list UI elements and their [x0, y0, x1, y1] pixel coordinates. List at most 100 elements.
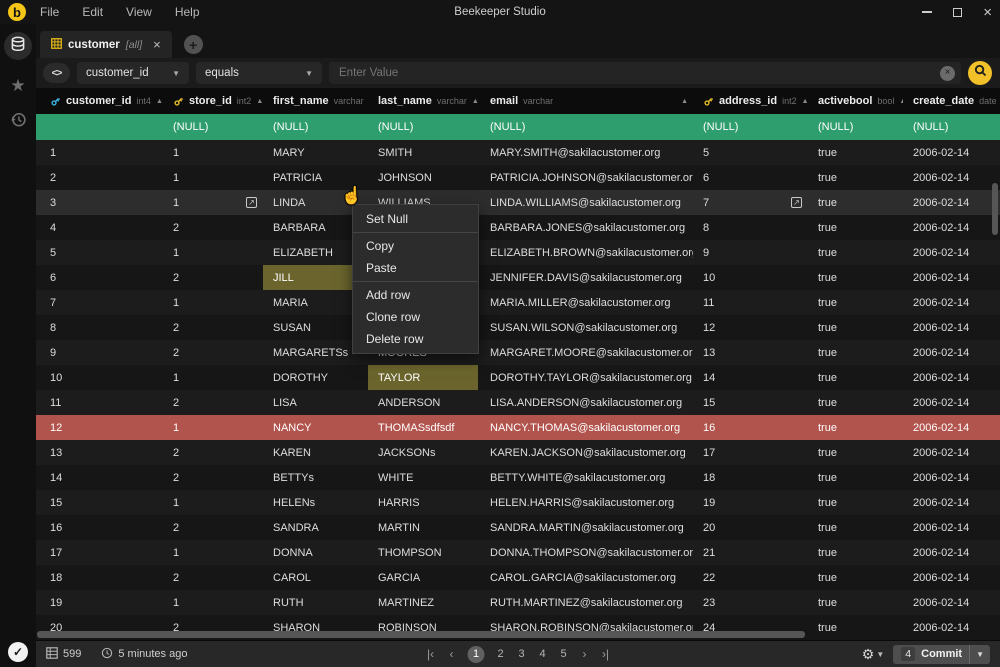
table-row-13[interactable]: 132KARENJACKSONsKAREN.JACKSON@sakilacust…: [36, 440, 1000, 465]
cell[interactable]: 2006-02-14: [903, 165, 1000, 190]
cell[interactable]: 2006-02-14: [903, 565, 1000, 590]
cell[interactable]: DONNA: [263, 540, 368, 565]
cell[interactable]: BARBARA.JONES@sakilacustomer.org: [478, 215, 693, 240]
cell[interactable]: 10: [693, 265, 808, 290]
cell[interactable]: 1: [163, 540, 263, 565]
cell[interactable]: 2006-02-14: [903, 290, 1000, 315]
cell[interactable]: 2: [163, 565, 263, 590]
cell[interactable]: 1: [163, 490, 263, 515]
tab-close-icon[interactable]: ×: [153, 38, 161, 51]
cell[interactable]: true: [808, 315, 903, 340]
close-button[interactable]: ×: [983, 5, 992, 20]
last-page-button[interactable]: ›|: [601, 647, 611, 661]
cell[interactable]: BETTY.WHITE@sakilacustomer.org: [478, 465, 693, 490]
cell[interactable]: SUSAN.WILSON@sakilacustomer.org: [478, 315, 693, 340]
cell[interactable]: JENNIFER.DAVIS@sakilacustomer.org: [478, 265, 693, 290]
cell[interactable]: 5: [693, 140, 808, 165]
cell[interactable]: 2006-02-14: [903, 190, 1000, 215]
cell[interactable]: LINDA.WILLIAMS@sakilacustomer.org: [478, 190, 693, 215]
insert-cell[interactable]: [36, 114, 163, 140]
cell[interactable]: 8: [36, 315, 163, 340]
cell[interactable]: RUTH: [263, 590, 368, 615]
cell[interactable]: DOROTHY.TAYLOR@sakilacustomer.org: [478, 365, 693, 390]
cell[interactable]: MARIA.MILLER@sakilacustomer.org: [478, 290, 693, 315]
page-button-3[interactable]: 3: [517, 648, 527, 660]
cell[interactable]: true: [808, 265, 903, 290]
cell[interactable]: 2006-02-14: [903, 540, 1000, 565]
cell[interactable]: true: [808, 140, 903, 165]
cell[interactable]: 13: [36, 440, 163, 465]
cell[interactable]: 1: [163, 590, 263, 615]
cell[interactable]: 8: [693, 215, 808, 240]
cell[interactable]: true: [808, 540, 903, 565]
table-row-1[interactable]: 11MARYSMITHMARY.SMITH@sakilacustomer.org…: [36, 140, 1000, 165]
column-header-create_date[interactable]: create_datedate▲: [903, 88, 1000, 114]
filter-operator-select[interactable]: equals ▼: [196, 62, 322, 84]
sidebar-item-favorites[interactable]: ★: [10, 77, 25, 94]
menu-help[interactable]: Help: [175, 5, 200, 19]
table-row-16[interactable]: 162SANDRAMARTINSANDRA.MARTIN@sakilacusto…: [36, 515, 1000, 540]
table-row-4[interactable]: 42BARBARAJONESBARBARA.JONES@sakilacustom…: [36, 215, 1000, 240]
cell[interactable]: true: [808, 240, 903, 265]
page-button-4[interactable]: 4: [538, 648, 548, 660]
cell[interactable]: true: [808, 365, 903, 390]
filter-column-select[interactable]: customer_id ▼: [77, 62, 189, 84]
sql-mode-toggle[interactable]: <>: [43, 63, 70, 83]
cell[interactable]: MARY.SMITH@sakilacustomer.org: [478, 140, 693, 165]
cell[interactable]: true: [808, 615, 903, 640]
table-row-6[interactable]: 62JILLDAVISJENNIFER.DAVIS@sakilacustomer…: [36, 265, 1000, 290]
cell[interactable]: 19: [36, 590, 163, 615]
table-row-9[interactable]: 92MARGARETSsMOORESMARGARET.MOORE@sakilac…: [36, 340, 1000, 365]
cell[interactable]: 4: [36, 215, 163, 240]
table-row-5[interactable]: 51ELIZABETHBROWNELIZABETH.BROWN@sakilacu…: [36, 240, 1000, 265]
commit-button[interactable]: 4 Commit ▼: [893, 645, 990, 664]
cell[interactable]: 2006-02-14: [903, 265, 1000, 290]
page-button-2[interactable]: 2: [496, 648, 506, 660]
table-row-2[interactable]: 21PATRICIAJOHNSONPATRICIA.JOHNSON@sakila…: [36, 165, 1000, 190]
cell[interactable]: GARCIA: [368, 565, 478, 590]
cell[interactable]: 2006-02-14: [903, 340, 1000, 365]
cell[interactable]: 2006-02-14: [903, 440, 1000, 465]
cell[interactable]: true: [808, 165, 903, 190]
cell[interactable]: 2006-02-14: [903, 215, 1000, 240]
commit-dropdown[interactable]: ▼: [969, 645, 990, 664]
cell[interactable]: SANDRA.MARTIN@sakilacustomer.org: [478, 515, 693, 540]
cell[interactable]: 2006-02-14: [903, 590, 1000, 615]
cell[interactable]: 2006-02-14: [903, 515, 1000, 540]
context-menu-item-paste[interactable]: Paste: [353, 257, 478, 279]
horizontal-scrollbar[interactable]: [37, 631, 805, 638]
menu-file[interactable]: File: [40, 5, 59, 19]
cell[interactable]: 15: [36, 490, 163, 515]
cell[interactable]: 2: [36, 165, 163, 190]
cell[interactable]: 23: [693, 590, 808, 615]
column-header-customer_id[interactable]: customer_idint4▲: [36, 88, 163, 114]
cell[interactable]: true: [808, 340, 903, 365]
cell[interactable]: true: [808, 590, 903, 615]
minimize-button[interactable]: [922, 11, 932, 13]
cell[interactable]: MARGARET.MOORE@sakilacustomer.org: [478, 340, 693, 365]
cell[interactable]: 2006-02-14: [903, 615, 1000, 640]
menu-edit[interactable]: Edit: [82, 5, 103, 19]
cell[interactable]: 15: [693, 390, 808, 415]
cell[interactable]: 16: [36, 515, 163, 540]
cell[interactable]: JOHNSON: [368, 165, 478, 190]
cell[interactable]: 1: [163, 165, 263, 190]
cell[interactable]: MARTIN: [368, 515, 478, 540]
column-header-activebool[interactable]: activeboolbool▲: [808, 88, 903, 114]
cell[interactable]: 22: [693, 565, 808, 590]
cell[interactable]: 2006-02-14: [903, 240, 1000, 265]
cell[interactable]: HELENs: [263, 490, 368, 515]
cell[interactable]: 2006-02-14: [903, 315, 1000, 340]
table-row-8[interactable]: 82SUSANWILSONSUSAN.WILSON@sakilacustomer…: [36, 315, 1000, 340]
cell[interactable]: 2006-02-14: [903, 490, 1000, 515]
cell[interactable]: 21: [693, 540, 808, 565]
cell[interactable]: 7: [36, 290, 163, 315]
context-menu-item-clone-row[interactable]: Clone row: [353, 306, 478, 328]
cell[interactable]: 2: [163, 515, 263, 540]
tab-customer[interactable]: customer [all] ×: [40, 31, 172, 58]
page-button-5[interactable]: 5: [559, 648, 569, 660]
cell[interactable]: CAROL: [263, 565, 368, 590]
cell[interactable]: PATRICIA.JOHNSON@sakilacustomer.org: [478, 165, 693, 190]
cell[interactable]: 20: [693, 515, 808, 540]
new-tab-button[interactable]: +: [184, 35, 203, 54]
